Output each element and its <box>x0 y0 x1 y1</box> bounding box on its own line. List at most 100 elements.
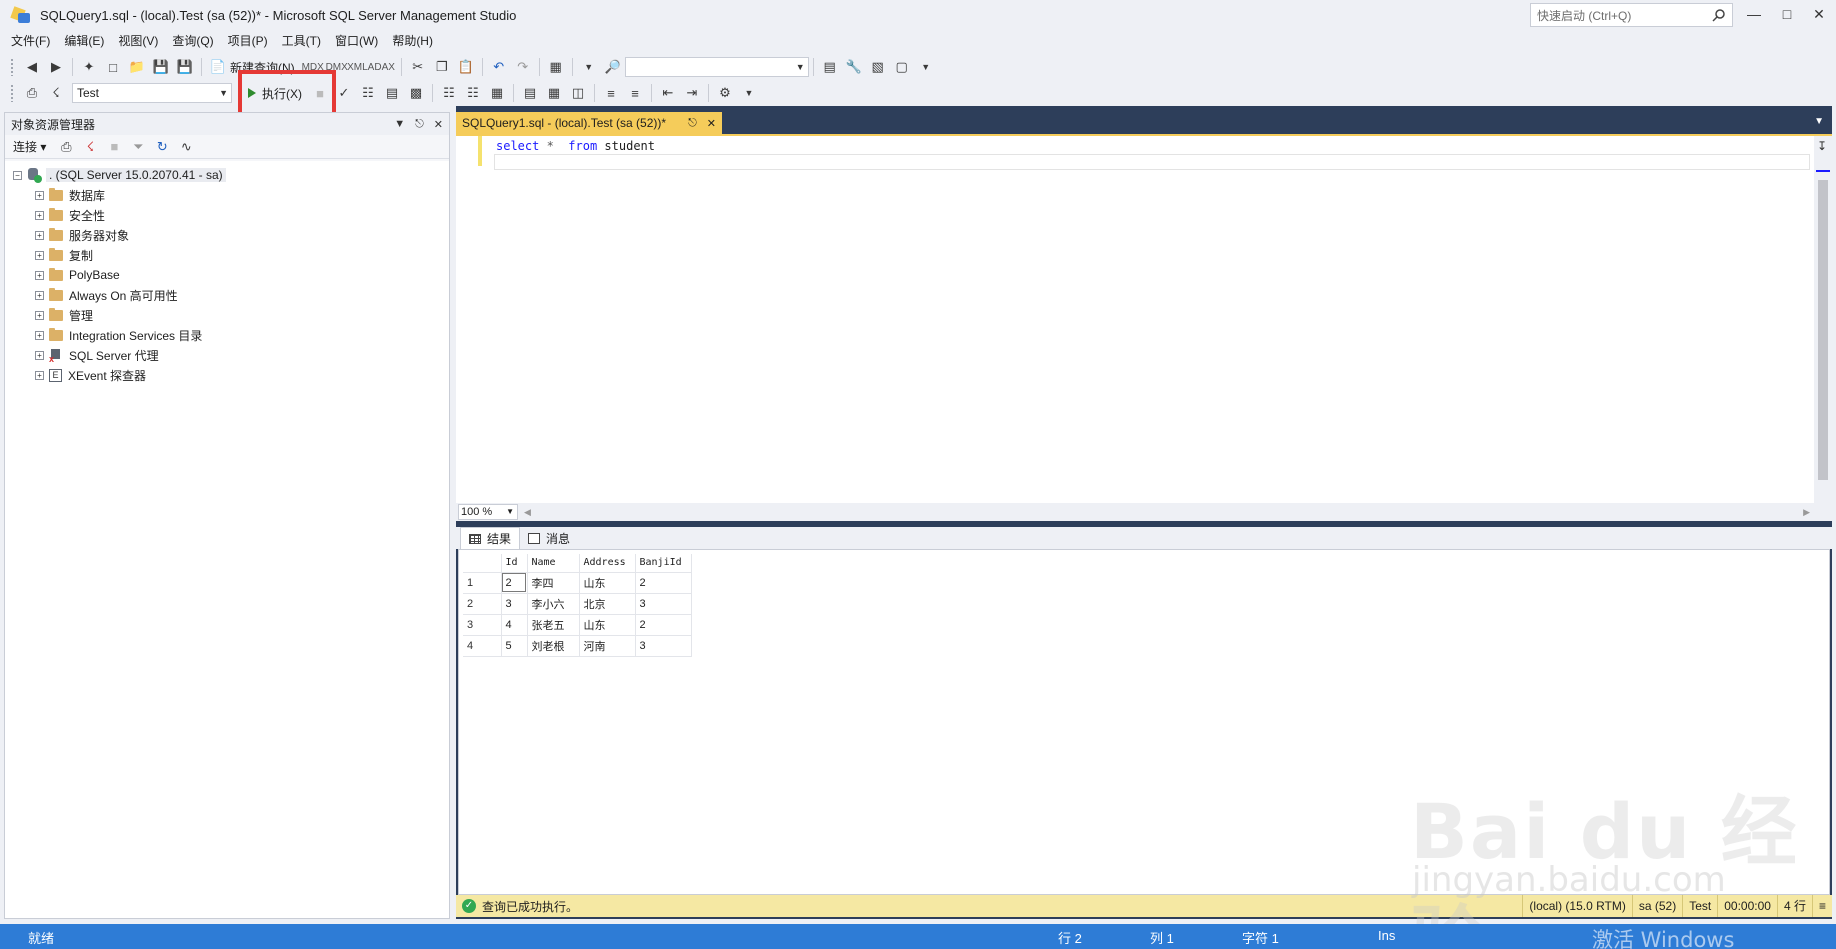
table-row[interactable]: 4 5 刘老根 河南 3 <box>463 635 692 657</box>
cell-name[interactable]: 张老五 <box>527 614 580 636</box>
close-tab-icon[interactable]: ✕ <box>707 117 716 130</box>
cell-name[interactable]: 刘老根 <box>527 635 580 657</box>
column-header[interactable]: Address <box>579 554 636 573</box>
column-header[interactable]: Name <box>527 554 580 573</box>
query-document-tab[interactable]: SQLQuery1.sql - (local).Test (sa (52))* … <box>456 112 722 134</box>
column-header[interactable]: BanjiId <box>635 554 692 573</box>
menu-help[interactable]: 帮助(H) <box>385 30 440 52</box>
tab-messages[interactable]: 消息 <box>520 527 578 549</box>
menu-project[interactable]: 项目(P) <box>221 30 275 52</box>
redo-icon[interactable]: ↷ <box>513 57 533 77</box>
forward-icon[interactable]: ▶ <box>46 57 66 77</box>
collapse-icon[interactable]: − <box>13 170 22 180</box>
refresh-icon[interactable]: ↻ <box>152 137 172 157</box>
row-number[interactable]: 3 <box>463 614 502 636</box>
expand-icon[interactable]: + <box>35 330 44 340</box>
expand-icon[interactable]: + <box>35 270 44 280</box>
table-row[interactable]: 3 4 张老五 山东 2 <box>463 614 692 636</box>
pin-tab-icon[interactable]: ⎋ <box>688 117 697 130</box>
scroll-right-icon[interactable]: ▶ <box>1803 507 1810 518</box>
expand-icon[interactable]: + <box>35 350 44 360</box>
panel-menu-icon[interactable]: ▼ <box>394 118 405 131</box>
back-icon[interactable]: ◀ <box>22 57 42 77</box>
zoom-select[interactable]: 100 % ▼ <box>458 504 518 520</box>
row-number[interactable]: 1 <box>463 572 502 594</box>
tree-node-always-on[interactable]: + Always On 高可用性 <box>5 285 449 305</box>
cell-name[interactable]: 李四 <box>527 572 580 594</box>
results-to-grid-icon[interactable]: ▦ <box>544 83 564 103</box>
minimize-button[interactable]: — <box>1737 0 1771 28</box>
maximize-button[interactable]: □ <box>1770 0 1804 28</box>
parse-icon[interactable]: ✓ <box>334 83 354 103</box>
menu-edit[interactable]: 编辑(E) <box>57 30 111 52</box>
cell-id[interactable]: 5 <box>501 635 528 657</box>
tree-node-server-objects[interactable]: + 服务器对象 <box>5 225 449 245</box>
find-combo[interactable]: ▼ <box>624 57 809 77</box>
client-stats-icon[interactable]: ▦ <box>487 83 507 103</box>
uncomment-icon[interactable]: ≡ <box>625 83 645 103</box>
cell-id[interactable]: 2 <box>501 572 528 594</box>
tree-node-server[interactable]: − . (SQL Server 15.0.2070.41 - sa) <box>5 165 449 185</box>
cell-address[interactable]: 北京 <box>579 593 636 615</box>
save-icon[interactable]: 💾 <box>151 57 171 77</box>
connect-plug-icon[interactable]: ⎙ <box>56 137 76 157</box>
connect-dropdown[interactable]: 连接 ▾ <box>13 138 46 155</box>
cell-address[interactable]: 山东 <box>579 572 636 594</box>
menu-query[interactable]: 查询(Q) <box>165 30 220 52</box>
query-options-icon[interactable]: ▤ <box>382 83 402 103</box>
expand-icon[interactable]: + <box>35 210 44 220</box>
table-row[interactable]: 1 2 李四 山东 2 <box>463 572 692 594</box>
sql-editor[interactable]: select * from student ↧ <box>456 134 1832 503</box>
connect-icon[interactable]: ⎙ <box>22 83 42 103</box>
row-number-header[interactable] <box>463 554 502 573</box>
cell-banjiid[interactable]: 2 <box>635 572 692 594</box>
save-all-icon[interactable]: 💾 <box>175 57 195 77</box>
cell-id[interactable]: 4 <box>501 614 528 636</box>
row-number[interactable]: 2 <box>463 593 502 615</box>
decrease-indent-icon[interactable]: ⇤ <box>658 83 678 103</box>
xmla-query-icon[interactable]: XMLA <box>347 57 374 77</box>
toolbar-overflow-icon[interactable]: ▼ <box>739 83 759 103</box>
paste-icon[interactable]: 📋 <box>456 57 476 77</box>
database-select[interactable]: Test ▼ <box>72 83 232 103</box>
scrollbar-thumb[interactable] <box>1818 180 1828 480</box>
tab-results[interactable]: 结果 <box>460 527 521 549</box>
menu-tools[interactable]: 工具(T) <box>275 30 328 52</box>
table-row[interactable]: 2 3 李小六 北京 3 <box>463 593 692 615</box>
actual-plan-icon[interactable]: ☷ <box>439 83 459 103</box>
toolbar-grip[interactable] <box>10 58 14 76</box>
properties-icon[interactable]: ▤ <box>820 57 840 77</box>
undo-icon[interactable]: ↶ <box>489 57 509 77</box>
quick-launch-input[interactable]: 快速启动 (Ctrl+Q) <box>1530 3 1733 27</box>
new-query-icon[interactable]: 📄 <box>208 57 228 77</box>
expand-icon[interactable]: + <box>35 230 44 240</box>
menu-window[interactable]: 窗口(W) <box>328 30 385 52</box>
cell-address[interactable]: 河南 <box>579 635 636 657</box>
tree-node-security[interactable]: + 安全性 <box>5 205 449 225</box>
tree-node-xevent[interactable]: + E XEvent 探查器 <box>5 365 449 385</box>
results-to-text-icon[interactable]: ▤ <box>520 83 540 103</box>
increase-indent-icon[interactable]: ⇥ <box>682 83 702 103</box>
scroll-left-icon[interactable]: ◀ <box>524 507 531 518</box>
cell-banjiid[interactable]: 2 <box>635 614 692 636</box>
tab-overflow-icon[interactable]: ▼ <box>1814 116 1824 127</box>
dax-query-icon[interactable]: DAX <box>374 57 395 77</box>
cut-icon[interactable]: ✂ <box>408 57 428 77</box>
tree-node-replication[interactable]: + 复制 <box>5 245 449 265</box>
tree-node-integration-services[interactable]: + Integration Services 目录 <box>5 325 449 345</box>
new-project-icon[interactable]: ✦ <box>79 57 99 77</box>
intellisense-icon[interactable]: ▩ <box>406 83 426 103</box>
column-header[interactable]: Id <box>501 554 528 573</box>
find-icon[interactable]: 🔎 <box>603 57 623 77</box>
tree-node-databases[interactable]: + 数据库 <box>5 185 449 205</box>
estimated-plan-icon[interactable]: ☷ <box>358 83 378 103</box>
live-stats-icon[interactable]: ☷ <box>463 83 483 103</box>
wrench-icon[interactable]: 🔧 <box>844 57 864 77</box>
comment-icon[interactable]: ≡ <box>601 83 621 103</box>
terminal-icon[interactable]: ▢ <box>892 57 912 77</box>
tree-node-polybase[interactable]: + PolyBase <box>5 265 449 285</box>
split-icon[interactable]: ↧ <box>1817 139 1827 153</box>
dropdown-arrow-icon[interactable]: ▼ <box>579 57 599 77</box>
expand-icon[interactable]: + <box>35 190 44 200</box>
results-to-file-icon[interactable]: ◫ <box>568 83 588 103</box>
